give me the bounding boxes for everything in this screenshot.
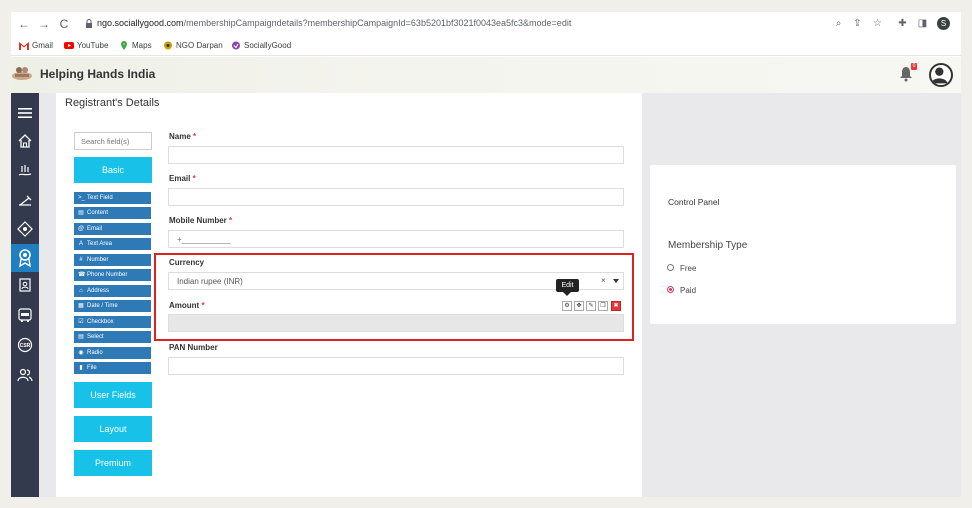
paid-radio[interactable] bbox=[667, 286, 674, 293]
gmail-icon bbox=[19, 42, 29, 50]
ngo-darpan-icon bbox=[164, 41, 172, 50]
edit-pencil-icon[interactable]: ✎ bbox=[586, 301, 596, 311]
pan-label: PAN Number bbox=[169, 343, 218, 352]
mobile-label: Mobile Number * bbox=[169, 216, 233, 225]
name-input[interactable] bbox=[168, 146, 624, 164]
move-icon[interactable]: ✥ bbox=[574, 301, 584, 311]
svg-text:CSR: CSR bbox=[20, 343, 31, 349]
delete-icon[interactable]: ✖ bbox=[611, 301, 621, 311]
email-input[interactable] bbox=[168, 188, 624, 206]
field-date-time[interactable]: ▦ Date / Time bbox=[74, 300, 151, 312]
bookmark-sociallygood[interactable]: SociallyGood bbox=[231, 41, 291, 50]
paid-radio-label[interactable]: Paid bbox=[680, 286, 696, 295]
address-bar-row: ← → C ngo.sociallygood.com/membershipCam… bbox=[11, 12, 961, 36]
bookmark-star-icon[interactable]: ☆ bbox=[872, 18, 883, 29]
csr-icon[interactable]: CSR bbox=[17, 337, 33, 353]
pan-input[interactable] bbox=[168, 357, 624, 375]
membership-type-label: Membership Type bbox=[668, 240, 748, 251]
radio-icon: ◉ bbox=[78, 350, 84, 356]
volunteer-icon[interactable] bbox=[17, 221, 33, 237]
forward-icon[interactable]: → bbox=[37, 17, 51, 31]
bookmarks-bar: Gmail YouTube Maps NGO Darpan SociallyGo… bbox=[11, 36, 961, 56]
back-icon[interactable]: ← bbox=[17, 17, 31, 31]
address-icon: ⌂ bbox=[79, 288, 83, 294]
registrations-icon[interactable] bbox=[17, 277, 33, 293]
checkbox-icon: ☑ bbox=[78, 319, 84, 325]
copy-icon[interactable]: ❐ bbox=[598, 301, 608, 311]
email-icon: @ bbox=[78, 226, 85, 232]
field-content[interactable]: ▤ Content bbox=[74, 207, 151, 219]
membership-badge-icon bbox=[19, 249, 31, 268]
profile-avatar[interactable]: S bbox=[937, 17, 950, 30]
browser-window: ← → C ngo.sociallygood.com/membershipCam… bbox=[11, 12, 961, 497]
home-icon[interactable] bbox=[17, 133, 33, 149]
selected-field-highlight bbox=[154, 253, 634, 341]
donate-hand-icon[interactable] bbox=[17, 163, 33, 179]
side-panel-icon[interactable]: ◨ bbox=[917, 18, 928, 29]
user-avatar[interactable] bbox=[929, 63, 953, 87]
youtube-icon bbox=[64, 42, 74, 49]
edit-tooltip-arrow bbox=[563, 292, 571, 296]
field-number[interactable]: # Number bbox=[74, 254, 151, 266]
sociallygood-icon bbox=[232, 41, 240, 50]
app-header: Helping Hands India 0 bbox=[11, 57, 961, 93]
name-label: Name * bbox=[169, 132, 197, 141]
helping-hands-logo-icon bbox=[12, 67, 32, 80]
calendar-icon: ▦ bbox=[78, 303, 84, 309]
campaign-icon[interactable] bbox=[17, 193, 33, 209]
settings-gear-icon[interactable]: ⚙ bbox=[562, 301, 572, 311]
field-email[interactable]: @ Email bbox=[74, 223, 151, 235]
phone-icon: ☎ bbox=[78, 272, 86, 278]
email-label: Email * bbox=[169, 174, 196, 183]
text-area-icon: A bbox=[78, 241, 83, 247]
edit-tooltip: Edit bbox=[556, 279, 579, 292]
lock-icon bbox=[86, 19, 92, 28]
extensions-icon[interactable]: ✚ bbox=[897, 18, 908, 29]
user-avatar-icon bbox=[931, 67, 948, 84]
reload-icon[interactable]: C bbox=[57, 17, 71, 31]
menu-icon[interactable] bbox=[17, 105, 33, 121]
form-heading: Registrant's Details bbox=[65, 97, 160, 109]
basic-category-button[interactable]: Basic bbox=[74, 157, 152, 183]
field-text-area[interactable]: A Text Area bbox=[74, 238, 151, 250]
notification-badge: 0 bbox=[911, 63, 917, 70]
field-file[interactable]: ▮ File bbox=[74, 362, 151, 374]
number-icon: # bbox=[79, 257, 83, 263]
users-icon[interactable] bbox=[17, 367, 33, 383]
mobile-input[interactable] bbox=[168, 230, 624, 248]
search-fields-input[interactable] bbox=[74, 132, 152, 150]
premium-category-button[interactable]: Premium bbox=[74, 450, 152, 476]
field-checkbox[interactable]: ☑ Checkbox bbox=[74, 316, 151, 328]
url-bar[interactable]: ngo.sociallygood.com/membershipCampaignd… bbox=[75, 15, 871, 33]
field-radio[interactable]: ◉ Radio bbox=[74, 347, 151, 359]
free-radio[interactable] bbox=[667, 264, 674, 271]
maps-pin-icon bbox=[121, 41, 127, 50]
bookmark-ngo-darpan[interactable]: NGO Darpan bbox=[163, 41, 223, 50]
field-phone-number[interactable]: ☎ Phone Number bbox=[74, 269, 151, 281]
file-icon: ▮ bbox=[79, 365, 83, 371]
field-address[interactable]: ⌂ Address bbox=[74, 285, 151, 297]
field-text-field[interactable]: >_ Text Field bbox=[74, 192, 151, 204]
field-select[interactable]: ▤ Select bbox=[74, 331, 151, 343]
content-icon: ▤ bbox=[78, 210, 84, 216]
bookmark-gmail[interactable]: Gmail bbox=[19, 41, 53, 50]
app-title: Helping Hands India bbox=[40, 67, 156, 81]
share-icon[interactable]: ⇪ bbox=[852, 18, 863, 29]
membership-icon[interactable] bbox=[11, 244, 39, 272]
sidebar: CSR bbox=[11, 93, 39, 497]
bookmark-youtube[interactable]: YouTube bbox=[64, 41, 108, 50]
zoom-icon[interactable]: ⌕ bbox=[833, 18, 844, 29]
free-radio-label[interactable]: Free bbox=[680, 264, 696, 273]
ngo-icon[interactable] bbox=[17, 307, 33, 323]
control-panel-title: Control Panel bbox=[668, 197, 720, 207]
url-text: ngo.sociallygood.com/membershipCampaignd… bbox=[97, 18, 572, 28]
user-fields-category-button[interactable]: User Fields bbox=[74, 382, 152, 408]
text-field-icon: >_ bbox=[78, 195, 85, 201]
select-icon: ▤ bbox=[78, 334, 84, 340]
bookmark-maps[interactable]: Maps bbox=[119, 41, 152, 50]
layout-category-button[interactable]: Layout bbox=[74, 416, 152, 442]
